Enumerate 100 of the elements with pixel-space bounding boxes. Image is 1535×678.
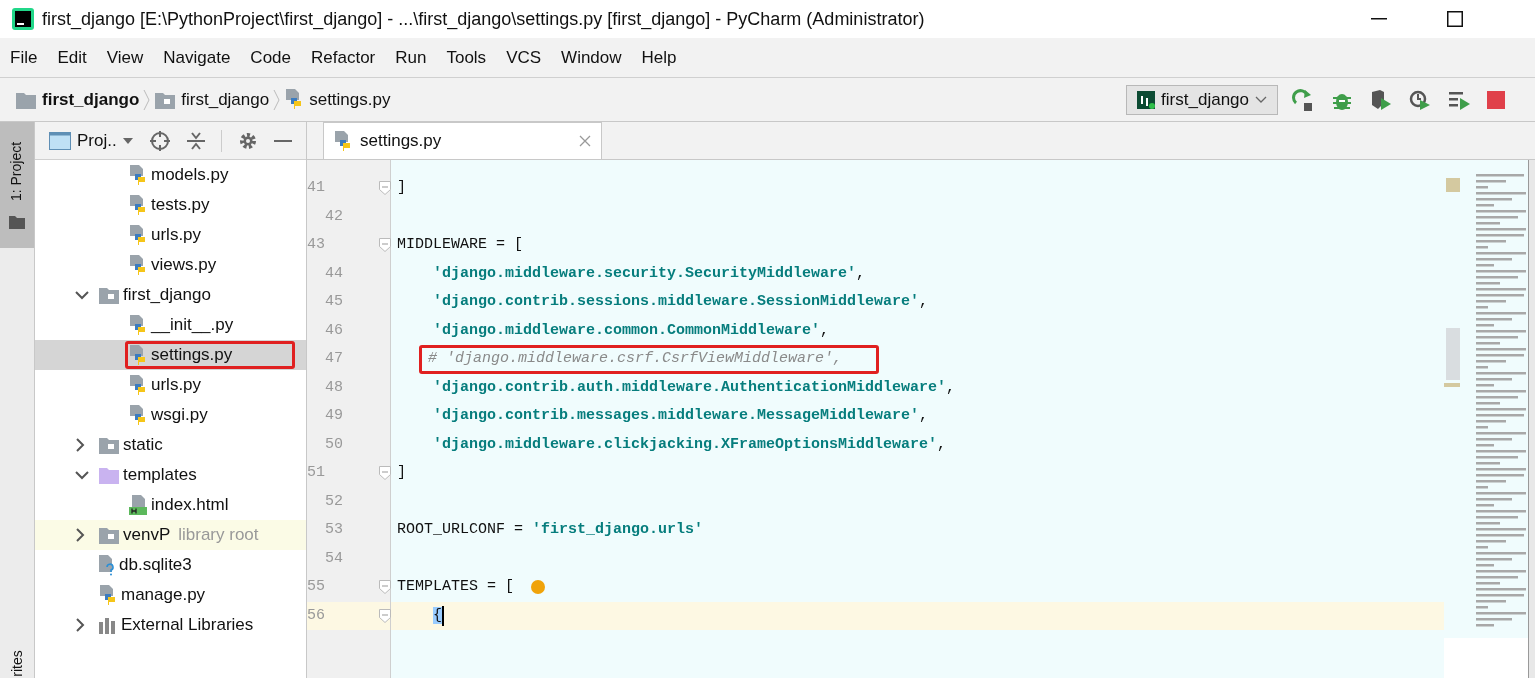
tree-item[interactable]: venvP library root <box>35 520 306 550</box>
tree-item[interactable]: urls.py <box>35 370 306 400</box>
folder-icon <box>99 526 119 544</box>
settings-icon[interactable] <box>237 130 258 151</box>
code-line: MIDDLEWARE = [ <box>397 235 524 255</box>
python-file-icon <box>129 224 147 246</box>
python-file-icon <box>129 164 147 186</box>
tree-item[interactable]: db.sqlite3 <box>35 550 306 580</box>
tree-item[interactable]: urls.py <box>35 220 306 250</box>
code-line: 'django.contrib.auth.middleware.AuthenticationMiddleware', <box>433 377 956 398</box>
editor-tab[interactable]: settings.py <box>323 122 603 159</box>
tree-item[interactable]: static <box>35 430 306 460</box>
line-number: 45 <box>324 292 343 312</box>
maximize-icon[interactable] <box>1447 11 1463 27</box>
menu-item[interactable]: View <box>106 44 144 71</box>
line-number: 48 <box>324 377 343 398</box>
python-file-icon <box>129 404 147 426</box>
chevron-right-icon <box>75 528 85 542</box>
tree-item[interactable]: models.py <box>35 160 306 190</box>
code-line: ROOT_URLCONF = 'first_django.urls' <box>397 520 704 540</box>
line-number: 54 <box>324 548 343 569</box>
python-file-icon <box>129 254 147 276</box>
unknown-file-icon <box>99 554 115 576</box>
chevron-down-icon <box>1255 95 1267 104</box>
chevron-down-icon <box>75 470 89 480</box>
python-file-icon <box>129 374 147 396</box>
code-line: 'django.middleware.clickjacking.XFrameOptionsMiddleware', <box>433 434 947 455</box>
html-file-icon <box>129 494 147 516</box>
code-line: 'django.contrib.messages.middleware.MessageMiddleware', <box>433 406 929 426</box>
python-file-icon <box>129 344 147 366</box>
menu-item[interactable]: Code <box>250 44 291 71</box>
menu-item[interactable]: Run <box>395 44 427 71</box>
chevron-right-icon <box>143 89 152 110</box>
python-file-icon <box>285 89 304 110</box>
window-title: first_django [E:\PythonProject\first_django] - ...\first_django\settings.py [first_django] - PyCharm (Administrator) <box>42 7 925 32</box>
tree-item[interactable]: __init__.py <box>35 310 306 340</box>
breadcrumb[interactable]: first_django <box>181 86 270 113</box>
tree-item[interactable]: settings.py <box>35 340 306 370</box>
tree-item[interactable]: manage.py <box>35 580 306 610</box>
minimize-icon[interactable] <box>1371 18 1387 20</box>
python-file-icon <box>129 314 147 336</box>
folder-icon <box>9 216 25 229</box>
line-number: 44 <box>324 263 343 284</box>
folder-icon <box>155 90 176 109</box>
line-number: 46 <box>324 320 343 341</box>
line-number: 50 <box>324 434 343 455</box>
line-number: 52 <box>324 491 343 512</box>
breadcrumb[interactable]: settings.py <box>309 86 391 113</box>
tree-item[interactable]: tests.py <box>35 190 306 220</box>
menu-item[interactable]: Window <box>561 44 622 71</box>
line-number: 55 <box>307 577 325 597</box>
menu-item[interactable]: File <box>10 44 38 71</box>
chevron-right-icon <box>75 618 85 632</box>
collapse-all-icon[interactable] <box>186 130 205 151</box>
close-icon <box>579 135 592 147</box>
python-file-icon <box>334 130 352 152</box>
menu-item[interactable]: Help <box>641 44 677 71</box>
folder-icon <box>99 286 119 304</box>
stop-icon[interactable] <box>1487 90 1505 109</box>
menu-item[interactable]: Tools <box>446 44 487 71</box>
run-configuration-dropdown[interactable]: first_django <box>1126 84 1278 115</box>
folder-icon <box>99 436 119 454</box>
chevron-right-icon <box>75 438 85 452</box>
line-number: 53 <box>324 520 343 540</box>
hide-icon[interactable] <box>273 139 292 142</box>
scrollbar[interactable] <box>1528 160 1535 678</box>
coverage-icon[interactable] <box>1370 88 1392 111</box>
caret-down-icon <box>122 137 133 144</box>
django-icon <box>1137 90 1156 109</box>
line-number: 42 <box>324 206 343 227</box>
breadcrumb[interactable]: first_django <box>42 86 140 113</box>
line-number: 43 <box>307 235 325 255</box>
line-number: 51 <box>307 463 325 483</box>
favorites-tool-tab[interactable]: rites <box>7 650 28 677</box>
profiler-icon[interactable] <box>1409 88 1431 111</box>
window-icon <box>49 131 71 150</box>
python-file-icon <box>99 584 117 606</box>
line-number: 47 <box>324 349 343 369</box>
chevron-down-icon <box>75 290 89 300</box>
code-line: ] <box>397 463 406 483</box>
menu-item[interactable]: Edit <box>57 44 87 71</box>
tree-item[interactable]: views.py <box>35 250 306 280</box>
menu-item[interactable]: VCS <box>506 44 542 71</box>
locate-icon[interactable] <box>148 129 171 152</box>
menu-item[interactable]: Navigate <box>163 44 231 71</box>
folder-icon <box>99 466 119 484</box>
tree-item[interactable]: first_django <box>35 280 306 310</box>
text-cursor <box>442 605 444 626</box>
bar-chart-icon <box>99 616 117 634</box>
menu-item[interactable]: Refactor <box>311 44 376 71</box>
tree-item[interactable]: templates <box>35 460 306 490</box>
code-line: ] <box>397 178 406 198</box>
tree-item[interactable]: External Libraries <box>35 610 306 640</box>
tree-item[interactable]: index.html <box>35 490 306 520</box>
folder-icon <box>16 90 36 109</box>
app-logo-icon <box>12 8 34 30</box>
code-line: 'django.middleware.common.CommonMiddleware', <box>433 320 830 341</box>
rerun-icon[interactable] <box>1292 88 1314 111</box>
code-line: TEMPLATES = [ <box>397 577 515 597</box>
tree-item[interactable]: wsgi.py <box>35 400 306 430</box>
